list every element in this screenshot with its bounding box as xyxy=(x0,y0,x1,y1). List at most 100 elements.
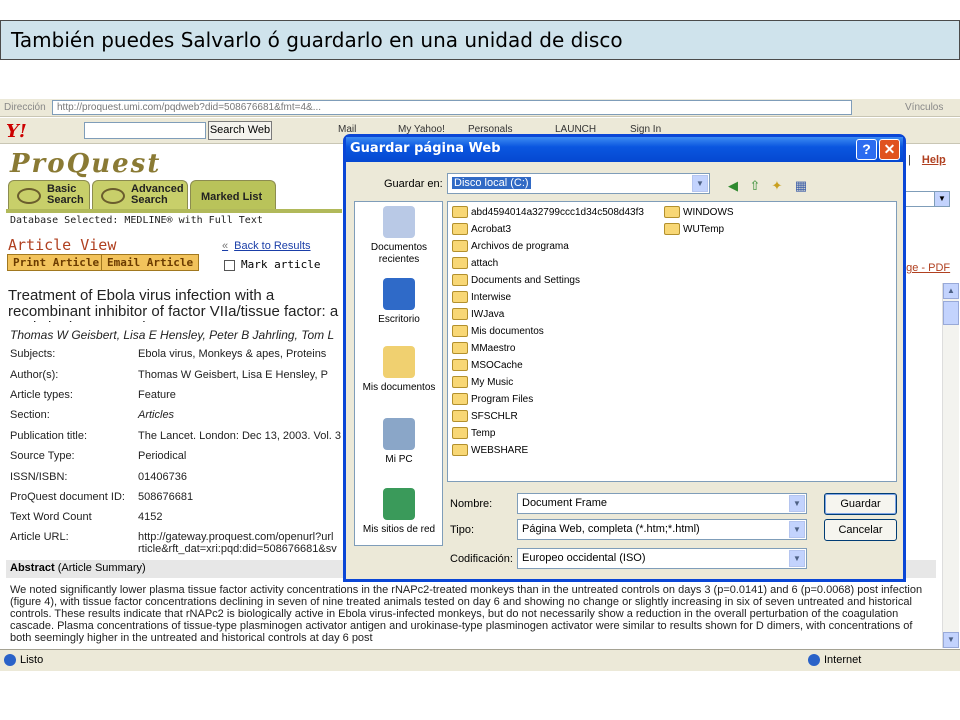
folder-icon xyxy=(452,410,468,423)
place-network[interactable]: Mis sitios de red xyxy=(355,488,443,536)
encoding-label: Codificación: xyxy=(450,553,513,565)
list-item[interactable]: WINDOWS xyxy=(664,205,734,222)
view-menu-icon[interactable]: ▦ xyxy=(792,177,810,195)
folder-icon xyxy=(452,274,468,287)
abstract-text: We noted significantly lower plasma tiss… xyxy=(10,584,923,644)
scroll-thumb[interactable] xyxy=(943,301,959,325)
internet-zone-icon xyxy=(808,654,820,666)
database-selected: Database Selected: MEDLINE® with Full Te… xyxy=(10,215,263,226)
scroll-down-icon[interactable]: ▼ xyxy=(943,632,959,648)
save-button[interactable]: Guardar xyxy=(824,493,897,515)
folder-icon xyxy=(452,240,468,253)
yahoo-logo[interactable]: Y! xyxy=(6,121,27,142)
tab-marked-list[interactable]: Marked List xyxy=(190,180,276,210)
chevron-down-icon: ▼ xyxy=(789,521,805,538)
header-right: | Help xyxy=(908,154,946,166)
search-web-button[interactable]: Search Web xyxy=(208,121,272,140)
list-item[interactable]: Program Files xyxy=(452,392,533,409)
folder-icon xyxy=(452,223,468,236)
save-in-select[interactable]: Disco local (C:) ▼ xyxy=(447,173,710,194)
file-name-input[interactable]: Document Frame ▼ xyxy=(517,493,807,514)
network-places-icon xyxy=(383,488,415,520)
advanced-search-icon xyxy=(101,188,125,204)
folder-icon xyxy=(452,342,468,355)
basic-search-icon xyxy=(17,188,41,204)
chevron-left-icon: « xyxy=(222,240,229,252)
list-item[interactable]: abd4594014a32799ccc1d34c508d43f3 xyxy=(452,205,644,222)
back-icon[interactable]: ◀ xyxy=(724,177,742,195)
list-item[interactable]: MMaestro xyxy=(452,341,515,358)
folder-icon xyxy=(452,444,468,457)
list-item[interactable]: SFSCHLR xyxy=(452,409,518,426)
tab-basic-search[interactable]: Basic Search xyxy=(8,180,90,210)
place-my-computer[interactable]: Mi PC xyxy=(355,418,443,466)
tab-underline xyxy=(6,209,342,213)
email-article-button[interactable]: Email Article xyxy=(101,254,200,271)
help-link[interactable]: Help xyxy=(922,154,946,166)
my-documents-icon xyxy=(383,346,415,378)
yahoo-search-input[interactable] xyxy=(84,122,206,139)
new-folder-icon[interactable]: ✦ xyxy=(768,177,786,195)
list-item[interactable]: Temp xyxy=(452,426,495,443)
page-pdf-link[interactable]: age - PDF xyxy=(900,262,950,274)
close-icon[interactable]: ✕ xyxy=(879,139,900,160)
save-in-label: Guardar en: xyxy=(384,178,443,190)
list-item[interactable]: My Music xyxy=(452,375,513,392)
file-type-select[interactable]: Página Web, completa (*.htm;*.html) ▼ xyxy=(517,519,807,540)
chevron-down-icon: ▼ xyxy=(789,550,805,567)
article-url-link[interactable]: http://gateway.proquest.com/openurl?url … xyxy=(138,531,337,555)
list-item[interactable]: Documents and Settings xyxy=(452,273,580,290)
save-in-value: Disco local (C:) xyxy=(452,177,531,189)
list-item[interactable]: Archivos de programa xyxy=(452,239,569,256)
place-recent[interactable]: Documentos recientes xyxy=(355,206,443,266)
right-dropdown[interactable]: ▼ xyxy=(900,191,950,207)
links-label[interactable]: Vínculos xyxy=(905,102,943,113)
slide-title: También puedes Salvarlo ó guardarlo en u… xyxy=(0,20,960,60)
zone-text: Internet xyxy=(824,654,862,666)
dialog-title: Guardar página Web xyxy=(346,137,903,162)
folder-icon xyxy=(452,257,468,270)
list-item[interactable]: Mis documentos xyxy=(452,324,544,341)
page-icon xyxy=(4,654,16,666)
cancel-button[interactable]: Cancelar xyxy=(824,519,897,541)
encoding-select[interactable]: Europeo occidental (ISO) ▼ xyxy=(517,548,807,569)
vertical-scrollbar[interactable]: ▲ ▼ xyxy=(942,283,959,648)
list-item[interactable]: Interwise xyxy=(452,290,511,307)
chevron-down-icon: ▼ xyxy=(692,175,708,192)
desktop-icon xyxy=(383,278,415,310)
file-list[interactable]: abd4594014a32799ccc1d34c508d43f3 Acrobat… xyxy=(447,201,897,482)
list-item[interactable]: WUTemp xyxy=(664,222,724,239)
chevron-down-icon: ▼ xyxy=(934,192,949,206)
list-item[interactable]: MSOCache xyxy=(452,358,523,375)
print-article-button[interactable]: Print Article xyxy=(7,254,106,271)
folder-icon xyxy=(452,325,468,338)
mark-article-checkbox[interactable]: Mark article xyxy=(224,258,320,271)
address-input[interactable]: http://proquest.umi.com/pqdweb?did=50867… xyxy=(52,100,852,115)
list-item[interactable]: attach xyxy=(452,256,498,273)
list-item[interactable]: WEBSHARE xyxy=(452,443,528,460)
article-title: Treatment of Ebola virus infection with … xyxy=(8,288,339,322)
status-text: Listo xyxy=(20,654,44,666)
places-bar: Documentos recientes Escritorio Mis docu… xyxy=(354,201,443,546)
folder-icon xyxy=(664,206,680,219)
place-my-documents[interactable]: Mis documentos xyxy=(355,346,443,394)
back-to-results-link[interactable]: «Back to Results xyxy=(222,240,311,252)
browser-screenshot: Dirección http://proquest.umi.com/pqdweb… xyxy=(0,99,960,671)
tab-advanced-search[interactable]: Advanced Search xyxy=(92,180,188,210)
proquest-logo[interactable]: ProQuest xyxy=(10,149,161,179)
list-item[interactable]: IWJava xyxy=(452,307,504,324)
folder-icon xyxy=(452,393,468,406)
address-bar: Dirección http://proquest.umi.com/pqdweb… xyxy=(0,99,960,117)
up-folder-icon[interactable]: ⇧ xyxy=(746,177,764,195)
article-authors: Thomas W Geisbert, Lisa E Hensley, Peter… xyxy=(10,328,335,342)
scroll-up-icon[interactable]: ▲ xyxy=(943,283,959,299)
place-desktop[interactable]: Escritorio xyxy=(355,278,443,326)
help-icon[interactable]: ? xyxy=(856,139,877,160)
folder-icon xyxy=(452,308,468,321)
checkbox-icon xyxy=(224,259,235,271)
article-view-heading: Article View xyxy=(8,236,117,254)
list-item[interactable]: Acrobat3 xyxy=(452,222,511,239)
address-label: Dirección xyxy=(4,102,46,113)
folder-icon xyxy=(452,427,468,440)
folder-icon xyxy=(452,359,468,372)
